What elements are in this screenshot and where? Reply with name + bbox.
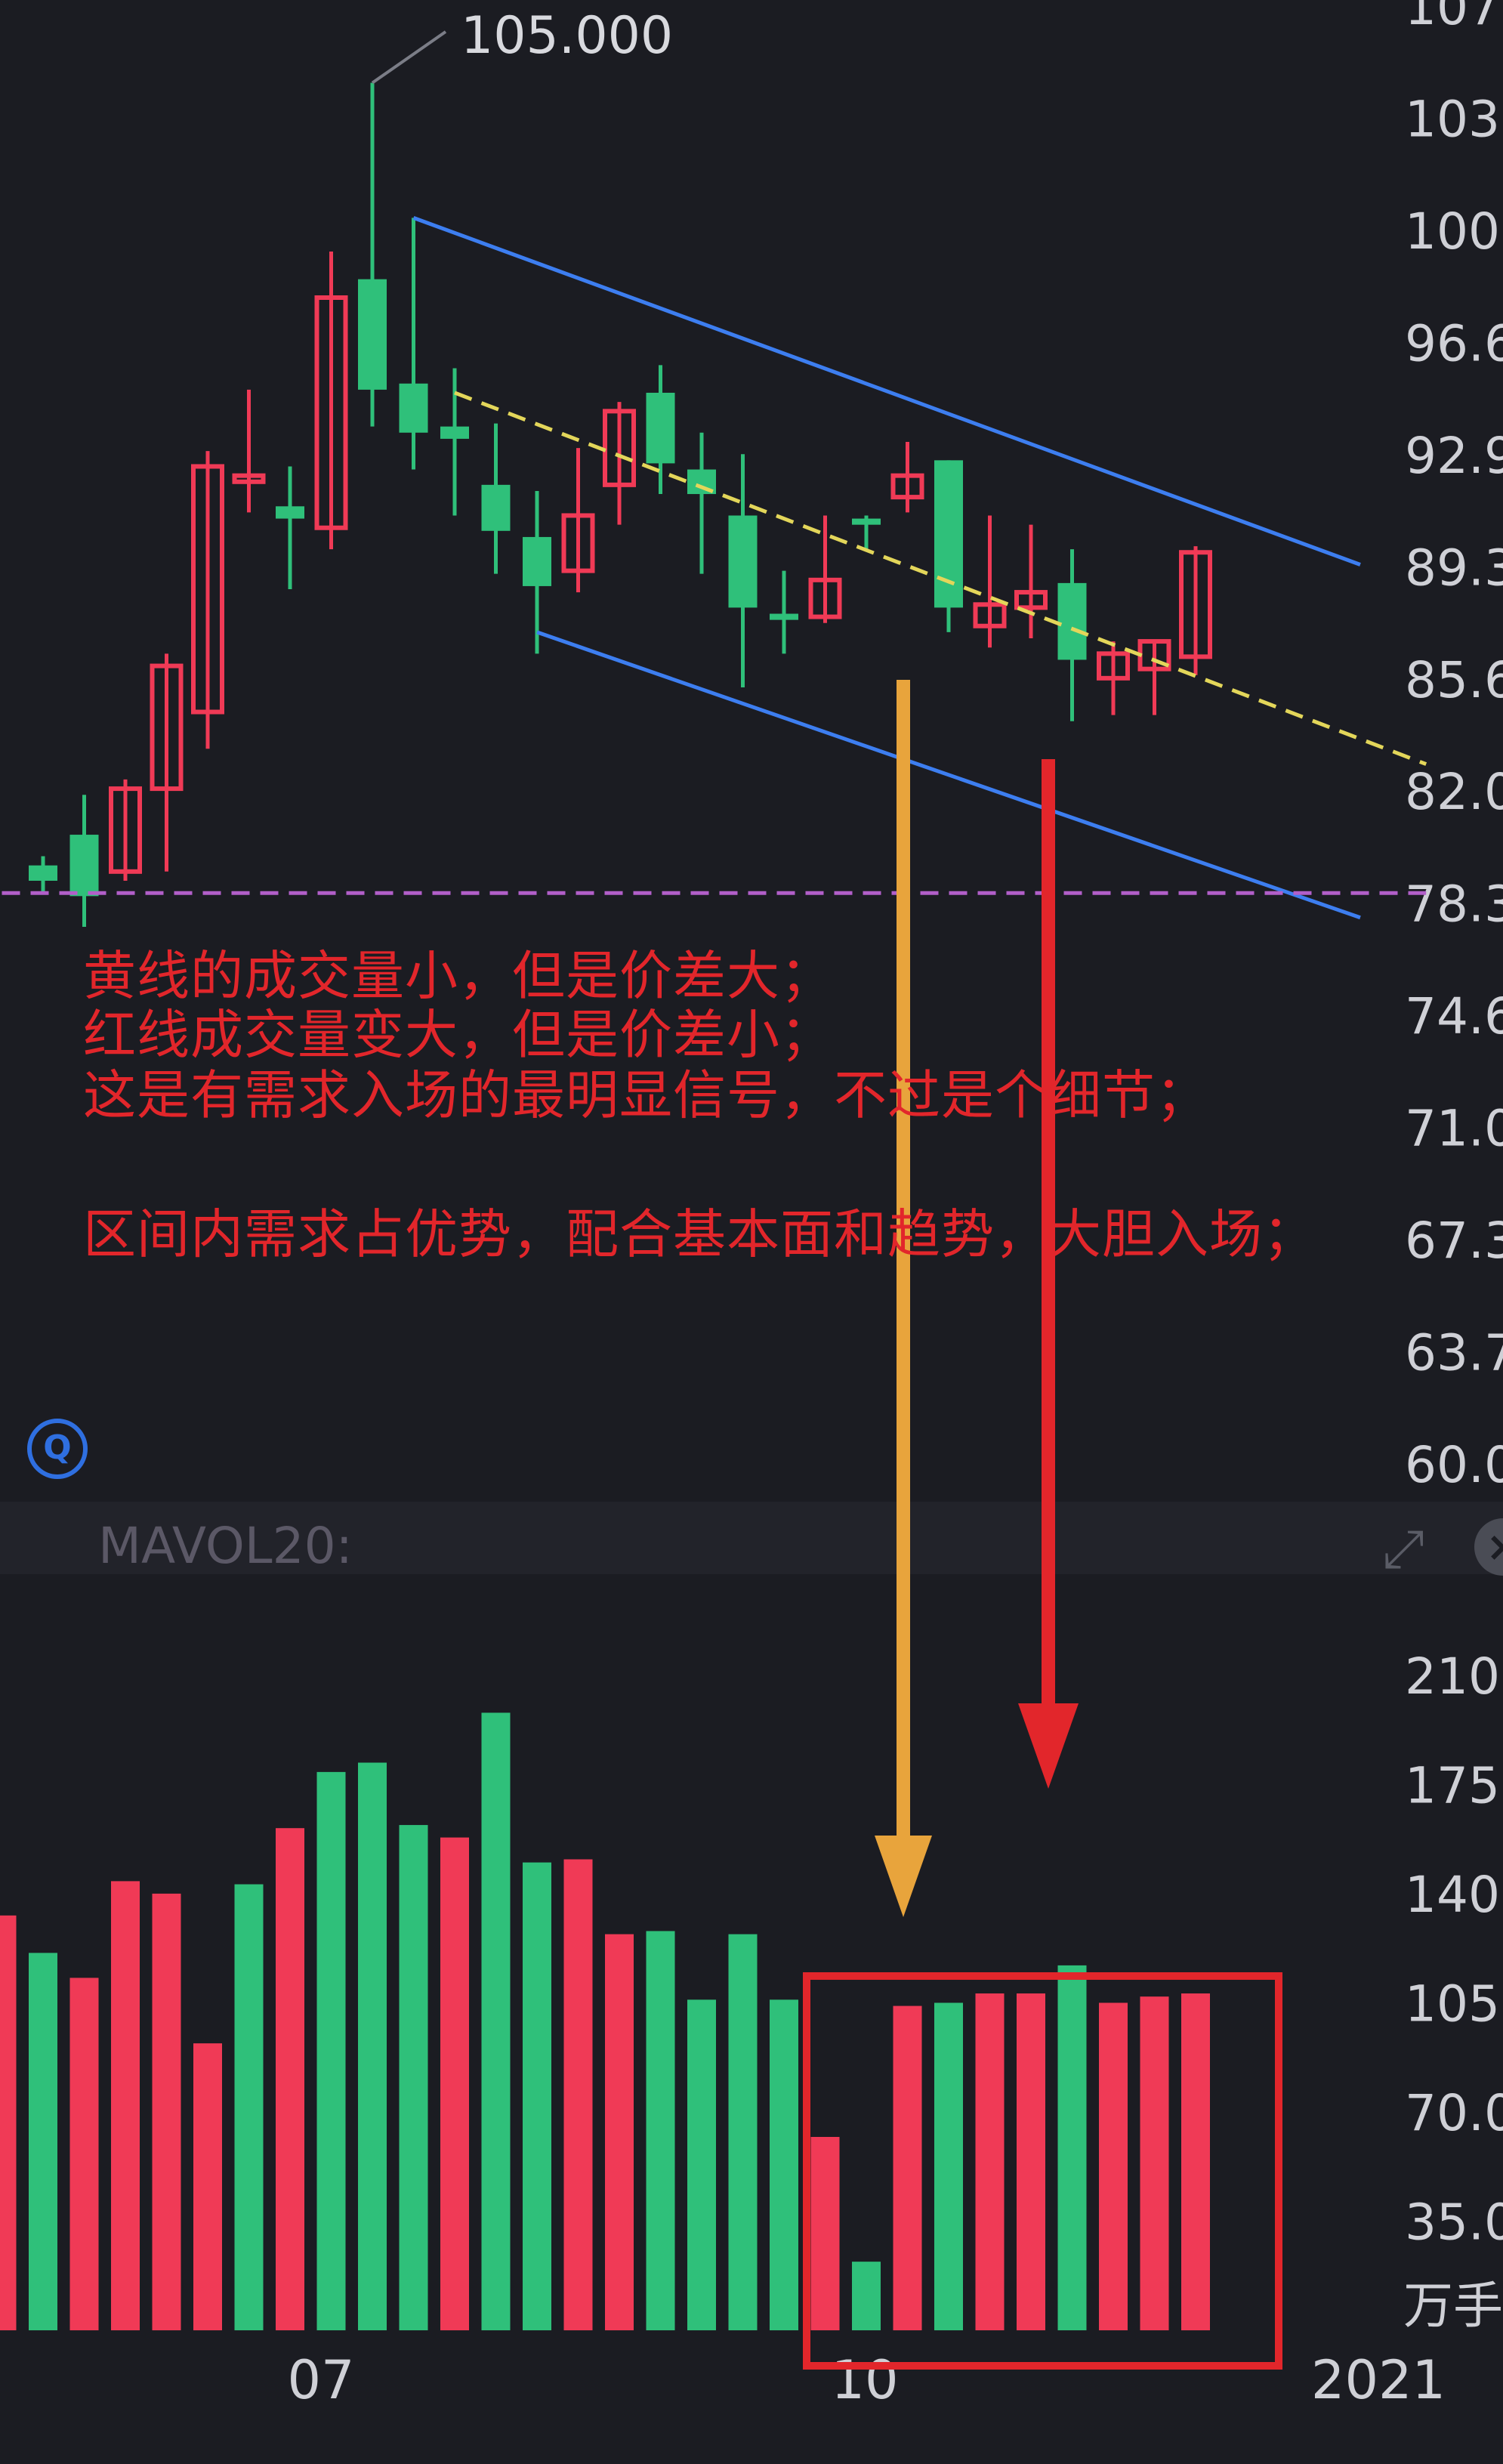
volume-bar	[563, 1859, 593, 2330]
price-tick-label: 107.	[1405, 0, 1503, 36]
candle-body	[728, 515, 758, 608]
volume-tick-label: 175.	[1405, 1756, 1503, 1814]
volume-tick-label: 140.	[1405, 1866, 1503, 1924]
price-tick-label: 67.3	[1405, 1212, 1503, 1270]
x-tick-label: 07	[287, 2349, 354, 2411]
volume-bar	[770, 1999, 798, 2330]
volume-bar	[852, 2262, 881, 2330]
lower-channel-line	[536, 630, 1361, 920]
candle-body	[358, 279, 387, 390]
annotation-line-3: 这是有需求入场的最明显信号，不过是个细节；	[83, 1064, 1209, 1126]
volume-tick-label: 70.0	[1405, 2084, 1503, 2142]
high-price-label: 105.000	[461, 6, 673, 66]
price-tick-label: 103.	[1405, 90, 1503, 148]
annotation-line-2: 红线成交量变大，但是价差小；	[83, 1004, 834, 1066]
red-arrow-head	[1018, 1703, 1079, 1789]
volume-indicator-title: MAVOL20:	[98, 1517, 353, 1575]
volume-bar	[1017, 1993, 1045, 2330]
x-tick-label: 10	[831, 2349, 898, 2411]
volume-tick-label: 105.	[1405, 1975, 1503, 2033]
volume-bar	[934, 2002, 963, 2330]
volume-bar	[975, 1993, 1005, 2330]
volume-bar	[276, 1828, 304, 2330]
volume-bar	[810, 2136, 840, 2330]
volume-bar	[1140, 1996, 1169, 2330]
candle-body	[523, 536, 551, 586]
volume-tick-label: 210.	[1405, 1647, 1503, 1706]
candle-body	[770, 613, 798, 620]
price-tick-label: 78.3	[1405, 875, 1503, 934]
price-tick-label: 100.	[1405, 202, 1503, 261]
volume-bar	[605, 1934, 634, 2330]
candle-body	[276, 506, 304, 519]
volume-bar	[358, 1762, 387, 2330]
volume-bar	[687, 1999, 716, 2330]
candle-body	[852, 518, 881, 525]
candle-body	[1057, 582, 1087, 660]
volume-bar	[893, 2005, 922, 2330]
high-label-leader	[371, 30, 447, 85]
candle-body	[29, 865, 57, 881]
volume-bar	[0, 1915, 17, 2330]
annotation-line-1: 黄线的成交量小，但是价差大；	[83, 945, 834, 1007]
volume-bar	[1181, 1993, 1210, 2330]
volume-bar	[481, 1712, 511, 2330]
volume-bar	[1057, 1965, 1087, 2330]
volume-unit-label: 万手	[1403, 2277, 1503, 2335]
volume-bar	[1099, 2002, 1128, 2330]
volume-bar	[111, 1881, 140, 2330]
volume-bar	[646, 1931, 675, 2330]
price-tick-label: 92.9	[1405, 427, 1503, 485]
volume-bar	[316, 1771, 346, 2330]
mid-trend-line	[454, 391, 1427, 766]
volume-bar	[152, 1893, 181, 2330]
price-tick-label: 63.7	[1405, 1324, 1503, 1382]
volume-bar	[523, 1862, 551, 2330]
candle-body	[69, 835, 99, 897]
yellow-arrow-head	[875, 1836, 932, 1917]
price-tick-label: 82.0	[1405, 763, 1503, 821]
annotation-line-4: 区间内需求占优势，配合基本面和趋势，大胆入场；	[83, 1203, 1316, 1265]
candle-body	[934, 460, 963, 608]
price-tick-label: 96.6	[1405, 314, 1503, 372]
candle-body	[440, 426, 469, 439]
candle-body	[646, 392, 675, 464]
volume-bar	[728, 1934, 758, 2330]
expand-icon[interactable]: ⤢	[1382, 1522, 1424, 1575]
price-tick-label: 60.0	[1405, 1436, 1503, 1494]
price-tick-label: 71.0	[1405, 1100, 1503, 1158]
volume-bar	[29, 1953, 57, 2330]
volume-bar	[399, 1825, 428, 2330]
x-tick-label: 2021	[1311, 2349, 1446, 2411]
volume-bar	[69, 1978, 99, 2330]
volume-bar	[234, 1884, 264, 2330]
price-tick-label: 85.6	[1405, 651, 1503, 709]
price-tick-label: 89.3	[1405, 539, 1503, 597]
price-tick-label: 74.6	[1405, 987, 1503, 1045]
volume-tick-label: 35.0	[1405, 2193, 1503, 2251]
price-panel: 107. 103. 100. 96.6 92.9 89.3 85.6 82.0 78.3 74.6…	[0, 0, 1503, 1574]
upper-channel-line	[412, 216, 1361, 567]
candle-body	[399, 383, 428, 433]
magnify-icon[interactable]: Q	[27, 1419, 88, 1479]
candle-body	[481, 484, 511, 531]
volume-bar	[440, 1837, 469, 2330]
volume-bar	[193, 2043, 222, 2330]
